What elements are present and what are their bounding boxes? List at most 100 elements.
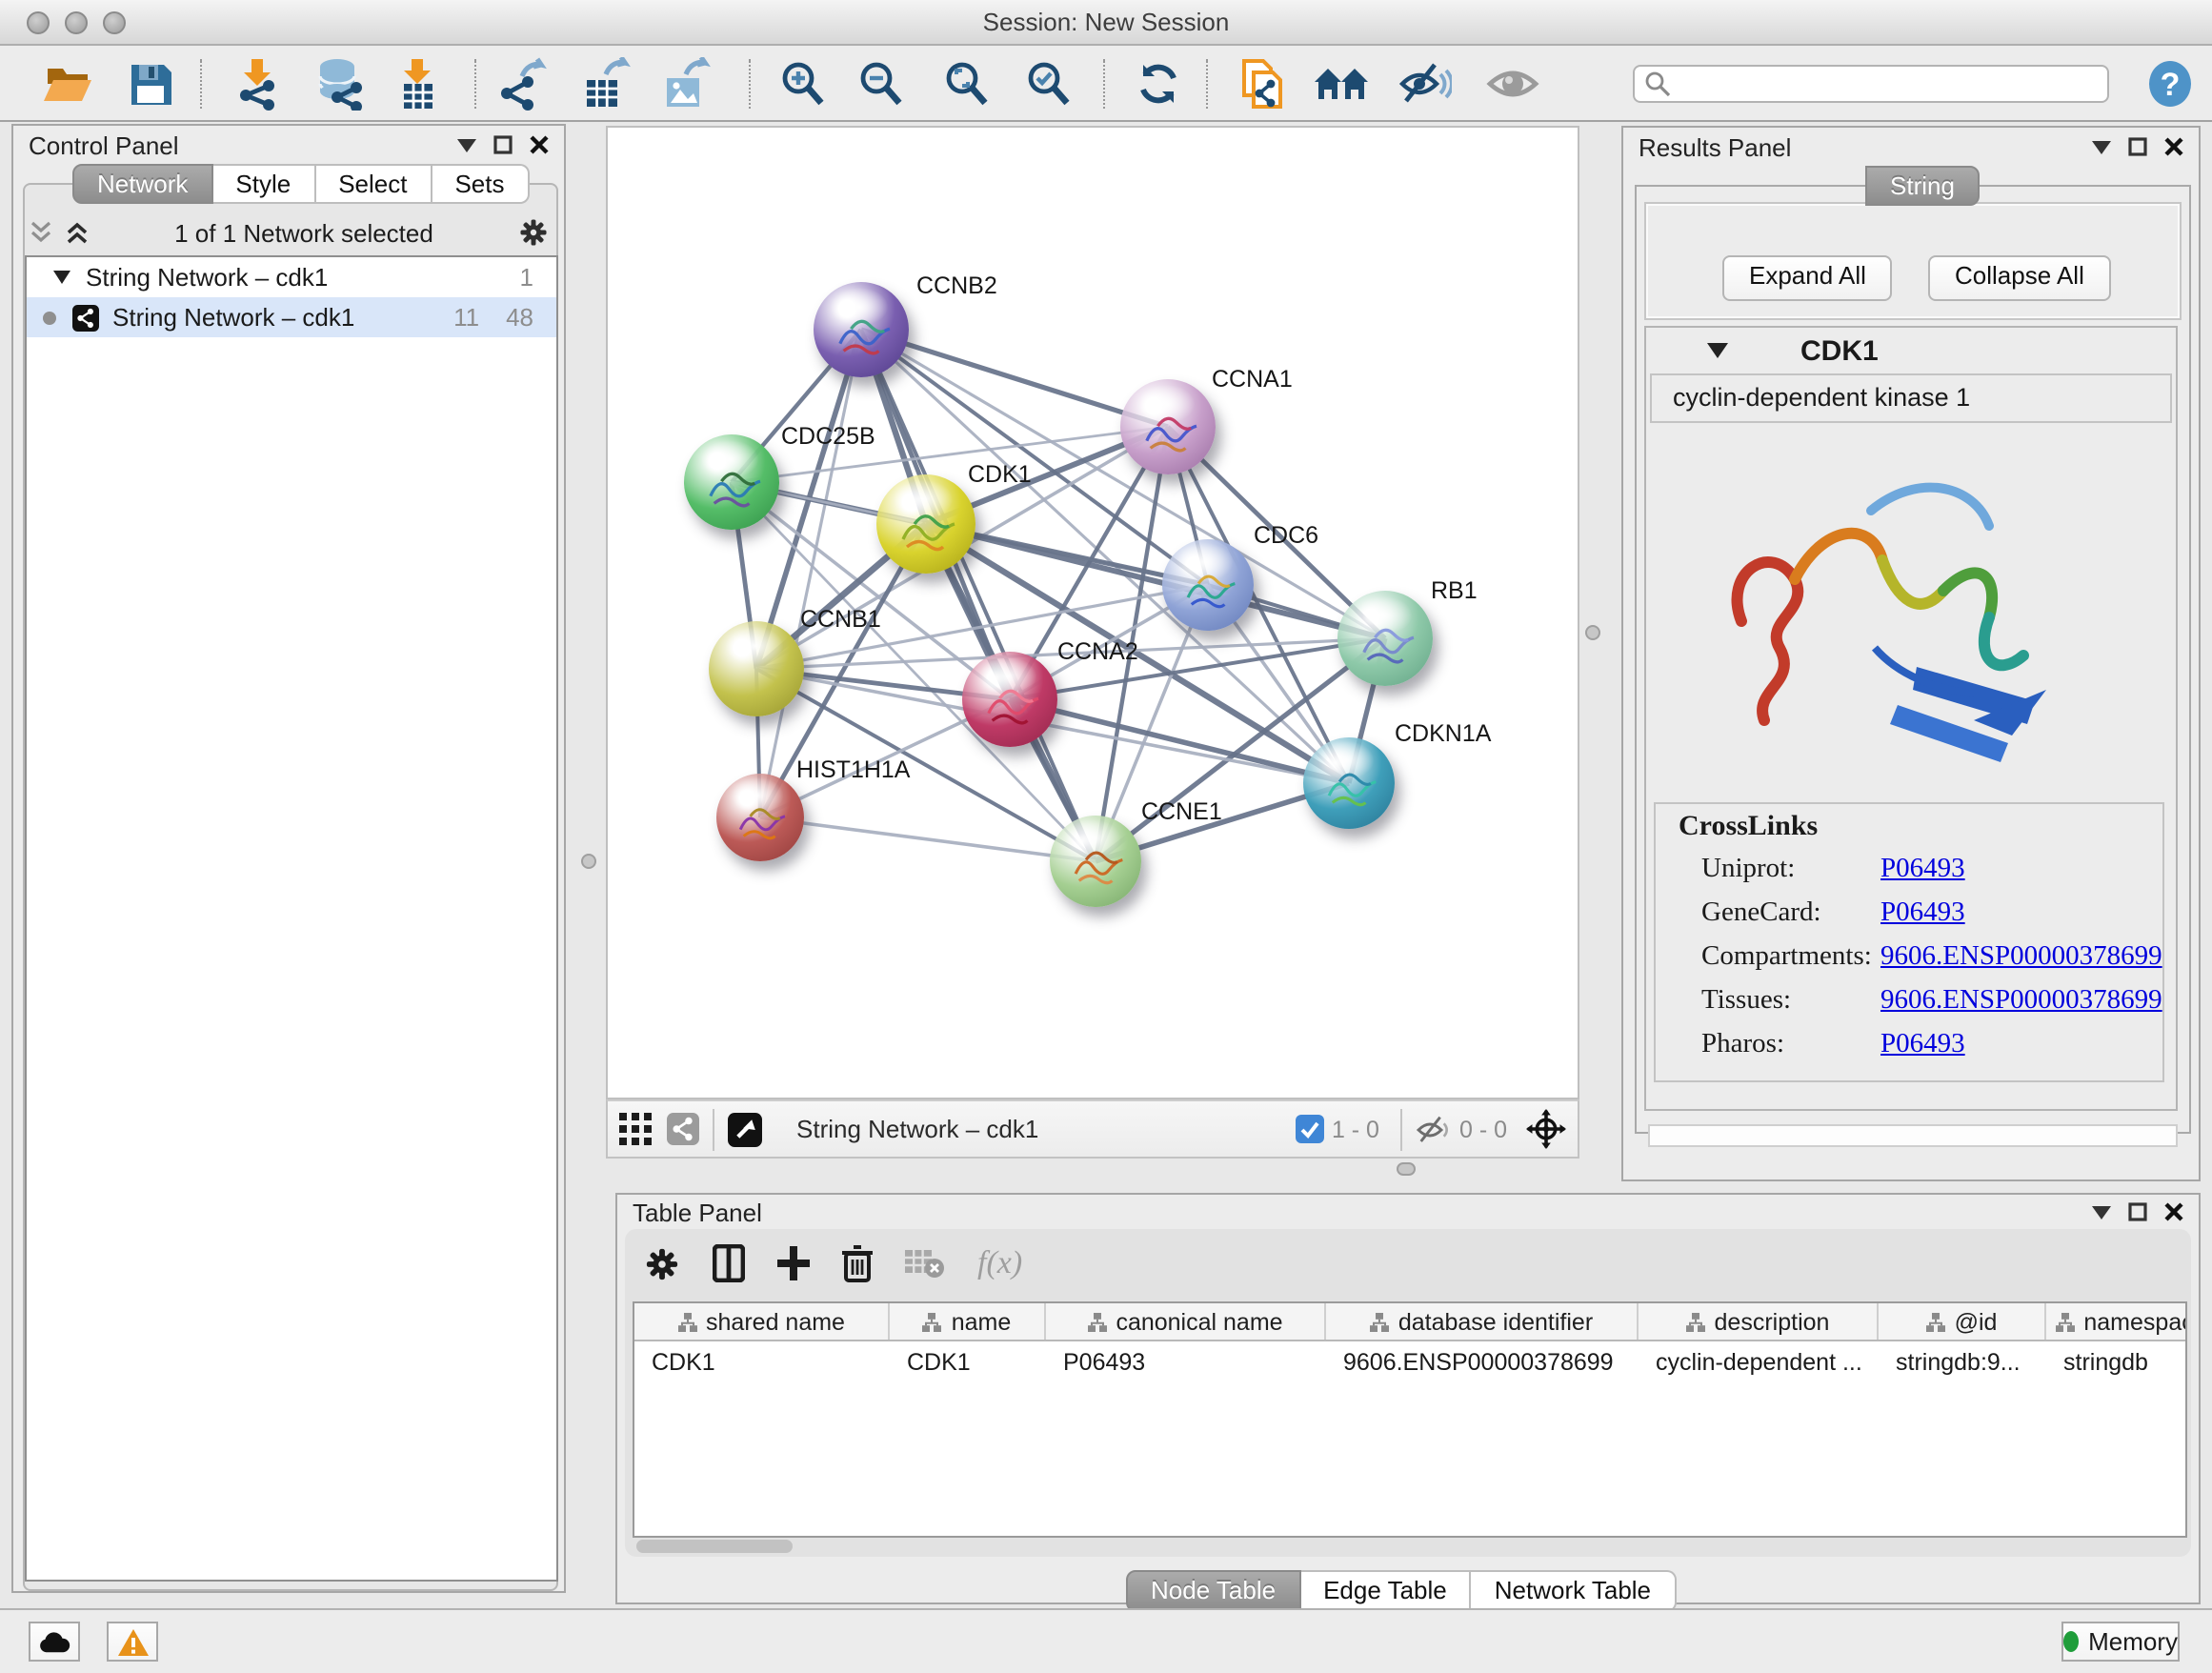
window-zoom-button[interactable] [103, 10, 126, 33]
tree-expand-icon[interactable] [53, 271, 70, 284]
move-tool-icon[interactable] [1526, 1109, 1566, 1149]
tab-node-table[interactable]: Node Table [1126, 1570, 1300, 1612]
cloud-icon [38, 1630, 70, 1653]
node-CDK1[interactable] [876, 474, 975, 574]
toolbar-separator [200, 59, 202, 109]
collapse-all-chevron-icon[interactable] [29, 221, 53, 244]
tab-network[interactable]: Network [72, 164, 212, 204]
crosslink-link[interactable]: 9606.ENSP00000378699 [1880, 985, 2162, 1018]
network-canvas[interactable]: CCNB2CCNA1CDC25BCDK1CDC6RB1CCNB1CCNA2CDK… [606, 126, 1579, 1099]
tab-select[interactable]: Select [315, 164, 432, 204]
zoom-selected-button[interactable] [1021, 55, 1078, 112]
right-splitter-handle[interactable] [1585, 625, 1600, 640]
hidden-count: 0 - 0 [1459, 1116, 1507, 1142]
panel-menu-icon[interactable] [2092, 140, 2111, 153]
panel-menu-icon[interactable] [2092, 1205, 2111, 1219]
export-network-button[interactable] [497, 55, 554, 112]
node-CCNB2[interactable] [814, 282, 909, 377]
refresh-view-button[interactable] [1130, 55, 1187, 112]
float-panel-icon[interactable] [2128, 1202, 2147, 1221]
crosslink-link[interactable]: P06493 [1880, 897, 1965, 930]
crosslink-label: Pharos: [1679, 1029, 1880, 1061]
import-network-file-button[interactable] [229, 55, 286, 112]
zoom-fit-button[interactable] [939, 55, 996, 112]
collapse-all-button[interactable]: Collapse All [1928, 255, 2111, 301]
node-CDC25B[interactable] [684, 434, 779, 530]
first-neighbors-button[interactable] [1313, 55, 1370, 112]
memory-button[interactable]: Memory [2061, 1622, 2180, 1662]
help-button[interactable]: ? [2142, 55, 2199, 112]
selected-checkbox-icon[interactable] [1296, 1115, 1324, 1143]
column-header--id[interactable]: @id [1879, 1303, 2046, 1340]
hide-selection-button[interactable] [1397, 55, 1454, 112]
birdseye-view-icon[interactable] [728, 1112, 762, 1146]
edge-HIST1H1A-CCNE1[interactable] [760, 817, 1096, 861]
show-columns-icon[interactable] [713, 1244, 745, 1282]
save-session-button[interactable] [122, 55, 179, 112]
column-header-namespace[interactable]: namespace [2046, 1303, 2187, 1340]
grid-view-icon[interactable] [619, 1113, 652, 1145]
close-panel-icon[interactable] [2164, 137, 2183, 156]
tab-edge-table[interactable]: Edge Table [1300, 1570, 1472, 1612]
table-type-tabs: Node TableEdge TableNetwork Table [1126, 1570, 1676, 1610]
hidden-eye-icon[interactable] [1416, 1114, 1452, 1144]
close-panel-icon[interactable] [2164, 1202, 2183, 1221]
warning-button[interactable] [107, 1622, 158, 1662]
node-CCNE1[interactable] [1050, 816, 1141, 907]
node-CDKN1A[interactable] [1303, 737, 1395, 829]
export-image-button[interactable] [657, 55, 714, 112]
node-HIST1H1A[interactable] [716, 774, 804, 861]
table-hscrollbar-thumb[interactable] [636, 1540, 793, 1553]
node-CCNB1[interactable] [709, 621, 804, 716]
expand-all-chevron-icon[interactable] [65, 221, 90, 244]
window-minimize-button[interactable] [65, 10, 88, 33]
tab-network-table[interactable]: Network Table [1472, 1570, 1676, 1612]
table-settings-gear-icon[interactable] [644, 1245, 680, 1281]
results-scrollbar-track[interactable] [1648, 1124, 2178, 1147]
tab-style[interactable]: Style [212, 164, 315, 204]
show-graphics-details-button[interactable] [1484, 55, 1541, 112]
cell-canonical-name: P06493 [1046, 1341, 1326, 1381]
column-header-shared-name[interactable]: shared name [634, 1303, 890, 1340]
float-panel-icon[interactable] [493, 135, 513, 154]
node-section-header[interactable]: CDK1 [1646, 328, 2176, 373]
network-collection-row[interactable]: String Network – cdk1 1 [27, 257, 556, 297]
crosslink-link[interactable]: 9606.ENSP00000378699 [1880, 941, 2162, 974]
node-CDC6[interactable] [1162, 539, 1254, 631]
zoom-out-button[interactable] [854, 55, 911, 112]
cloud-status-button[interactable] [29, 1622, 80, 1662]
export-table-button[interactable] [577, 55, 634, 112]
node-CCNA1[interactable] [1120, 379, 1216, 474]
crosslink-link[interactable]: P06493 [1880, 1029, 1965, 1061]
float-panel-icon[interactable] [2128, 137, 2147, 156]
tab-sets[interactable]: Sets [432, 164, 529, 204]
search-input[interactable] [1633, 65, 2109, 103]
window-close-button[interactable] [27, 10, 50, 33]
eye-gray-icon [1486, 61, 1539, 107]
horizontal-splitter-handle[interactable] [1397, 1162, 1416, 1176]
panel-menu-icon[interactable] [457, 138, 476, 151]
zoom-in-button[interactable] [775, 55, 833, 112]
column-header-database-identifier[interactable]: database identifier [1326, 1303, 1639, 1340]
copy-network-button[interactable] [1233, 55, 1290, 112]
node-CCNA2[interactable] [962, 652, 1057, 747]
close-panel-icon[interactable] [530, 135, 549, 154]
open-session-button[interactable] [40, 55, 97, 112]
network-options-gear-icon[interactable] [518, 217, 549, 248]
column-header-canonical-name[interactable]: canonical name [1046, 1303, 1326, 1340]
delete-column-trash-icon[interactable] [842, 1244, 873, 1282]
expand-all-button[interactable]: Expand All [1722, 255, 1893, 301]
add-column-icon[interactable] [777, 1244, 810, 1282]
import-network-database-button[interactable] [312, 55, 370, 112]
import-table-file-button[interactable] [389, 55, 446, 112]
column-header-description[interactable]: description [1639, 1303, 1879, 1340]
tab-string[interactable]: String [1865, 166, 1980, 206]
network-row[interactable]: String Network – cdk1 11 48 [27, 297, 556, 337]
section-collapse-icon[interactable] [1707, 343, 1728, 358]
left-splitter-handle[interactable] [581, 854, 596, 869]
column-header-name[interactable]: name [890, 1303, 1046, 1340]
node-RB1[interactable] [1337, 591, 1433, 686]
share-view-icon[interactable] [667, 1113, 699, 1145]
table-row[interactable]: CDK1CDK1P064939606.ENSP00000378699cyclin… [634, 1341, 2185, 1381]
crosslink-link[interactable]: P06493 [1880, 854, 1965, 886]
